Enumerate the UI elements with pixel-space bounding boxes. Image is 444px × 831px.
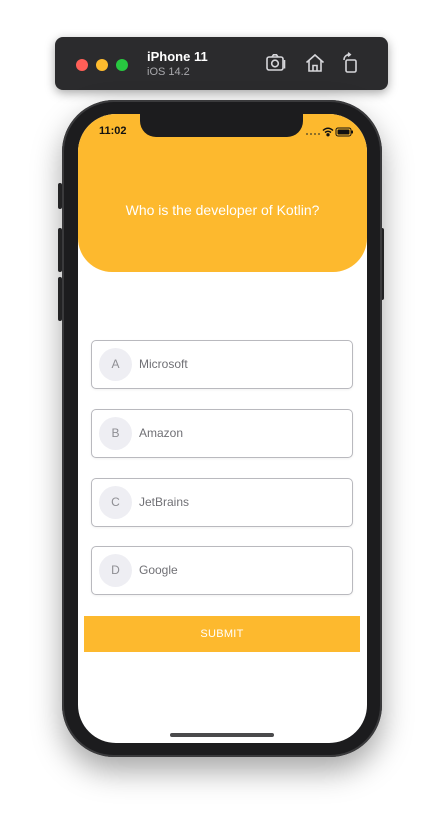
status-icons	[305, 126, 355, 137]
option-label: Amazon	[139, 426, 184, 440]
home-icon[interactable]	[303, 51, 327, 75]
home-indicator[interactable]	[170, 733, 274, 737]
wifi-icon	[322, 127, 334, 137]
option-label: JetBrains	[139, 495, 190, 509]
app-screen: 11:02 Who is the developer of Kotlin? A …	[78, 114, 367, 743]
minimize-window-button[interactable]	[96, 59, 108, 71]
status-time: 11:02	[99, 125, 127, 137]
zoom-window-button[interactable]	[116, 59, 128, 71]
answer-option-d[interactable]: D Google	[91, 546, 353, 595]
os-version: iOS 14.2	[147, 66, 190, 78]
screenshot-icon[interactable]	[264, 51, 288, 75]
simulator-toolbar: iPhone 11 iOS 14.2	[55, 37, 388, 90]
question-header: 11:02 Who is the developer of Kotlin?	[78, 114, 367, 272]
close-window-button[interactable]	[76, 59, 88, 71]
answer-option-c[interactable]: C JetBrains	[91, 478, 353, 527]
question-text: Who is the developer of Kotlin?	[125, 202, 320, 218]
option-label: Microsoft	[139, 357, 188, 371]
answer-option-b[interactable]: B Amazon	[91, 409, 353, 458]
option-letter-badge: D	[99, 554, 132, 587]
battery-icon	[335, 127, 353, 137]
notch	[140, 114, 303, 137]
cellular-icon	[306, 133, 320, 135]
option-letter-badge: A	[99, 348, 132, 381]
rotate-icon[interactable]	[339, 51, 363, 75]
option-label: Google	[139, 563, 178, 577]
option-letter-badge: C	[99, 486, 132, 519]
option-letter-badge: B	[99, 417, 132, 450]
submit-button[interactable]: SUBMIT	[84, 616, 360, 652]
answer-option-a[interactable]: A Microsoft	[91, 340, 353, 389]
device-name: iPhone 11	[147, 49, 208, 64]
